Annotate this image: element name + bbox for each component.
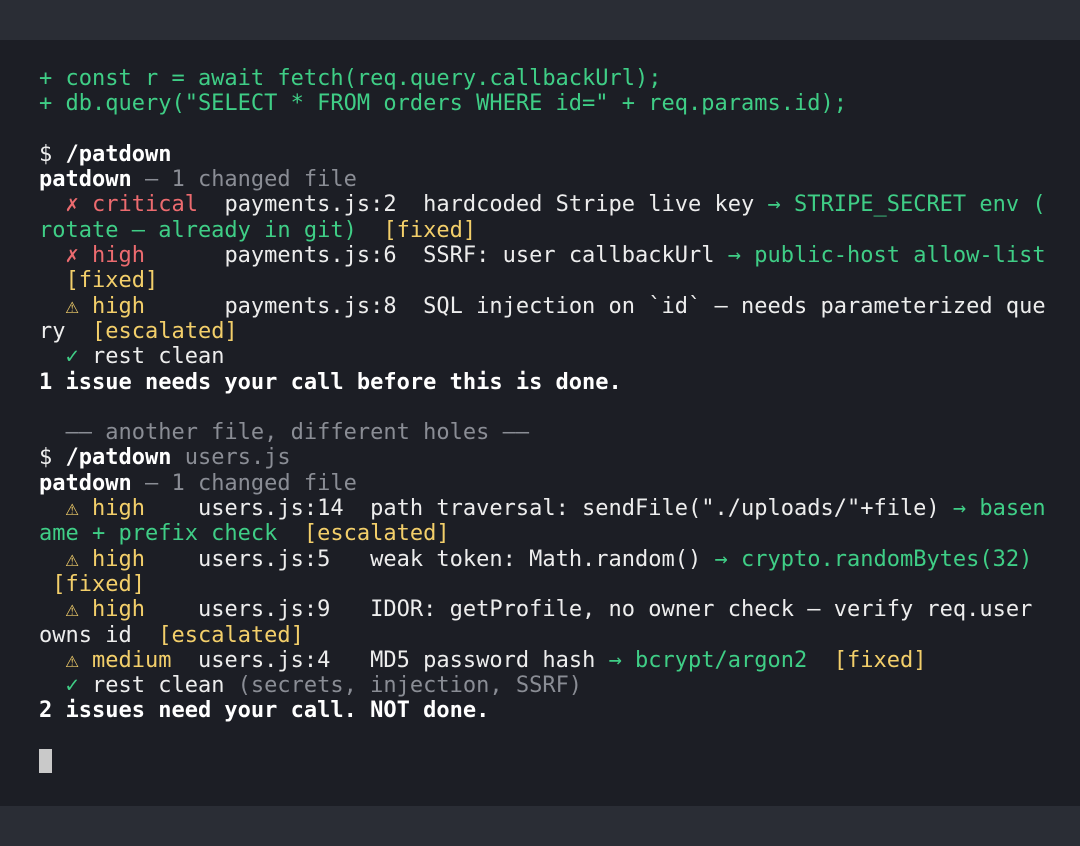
severity-label: high bbox=[91, 546, 145, 572]
fix-text: → bcrypt/argon2 bbox=[608, 647, 808, 673]
finding-continuation: ame + prefix check [escalated] bbox=[39, 521, 1042, 546]
separator-line: —— another file, different holes —— bbox=[39, 420, 530, 446]
fix-text: rotate — already in git) bbox=[39, 217, 357, 243]
severity-label: medium bbox=[91, 647, 172, 673]
status-tag: [fixed] bbox=[52, 571, 145, 597]
finding-line: ⚠ high payments.js:8 SQL injection on `i… bbox=[39, 293, 1045, 319]
finding-continuation: rotate — already in git) [fixed] bbox=[39, 218, 1042, 243]
status-tag: [fixed] bbox=[383, 217, 477, 243]
finding-line: ✗ high payments.js:6 SSRF: user callback… bbox=[39, 243, 1045, 269]
finding-continuation: owns id [escalated] bbox=[39, 623, 1042, 648]
finding-text: users.js:5 weak token: Math.random() bbox=[144, 546, 715, 572]
clean-line: ✓ rest clean bbox=[39, 344, 1042, 369]
check-icon: ✓ bbox=[39, 344, 92, 370]
diff-line: + const r = await fetch(req.query.callba… bbox=[39, 66, 662, 91]
finding-line: ⚠ high users.js:14 path traversal: sendF… bbox=[39, 496, 1045, 522]
clean-text: rest clean bbox=[91, 344, 225, 370]
fix-text: → STRIPE_SECRET env ( bbox=[767, 192, 1046, 218]
finding-text: owns id bbox=[39, 622, 159, 648]
command-arg: users.js bbox=[171, 445, 291, 471]
window-frame: + const r = await fetch(req.query.callba… bbox=[0, 0, 1080, 846]
status-tag: [escalated] bbox=[158, 622, 304, 648]
finding-continuation: [fixed] bbox=[39, 268, 1042, 293]
tool-header: patdown — 1 changed file bbox=[39, 167, 1042, 192]
fix-text: → basen bbox=[952, 496, 1046, 522]
severity-label: high bbox=[91, 293, 145, 319]
finding-text: users.js:14 path traversal: sendFile("./… bbox=[144, 496, 953, 522]
command-text: /patdown bbox=[65, 445, 172, 471]
severity-label: high bbox=[91, 496, 145, 522]
command-line: $ /patdown users.js bbox=[39, 445, 1042, 470]
prompt-symbol: $ bbox=[39, 141, 66, 167]
prompt-symbol: $ bbox=[39, 445, 66, 471]
finding-line: ⚠ high users.js:9 IDOR: getProfile, no o… bbox=[39, 597, 1042, 622]
fix-text: → crypto.randomBytes(32) bbox=[714, 546, 1033, 572]
clean-note: (secrets, injection, SSRF) bbox=[224, 673, 583, 699]
result-line: 1 issue needs your call before this is d… bbox=[39, 369, 622, 395]
finding-continuation: [fixed] bbox=[39, 572, 1042, 597]
severity-label: critical bbox=[91, 192, 198, 218]
tool-summary: — 1 changed file bbox=[131, 167, 357, 193]
finding-text: payments.js:8 SQL injection on `id` — ne… bbox=[144, 293, 1046, 319]
command-line: $ /patdown bbox=[39, 142, 1042, 167]
warning-icon: ⚠ bbox=[39, 597, 92, 623]
tool-header: patdown — 1 changed file bbox=[39, 471, 1042, 496]
tool-summary: — 1 changed file bbox=[131, 470, 357, 496]
tool-name: patdown bbox=[39, 167, 132, 193]
severity-label: high bbox=[91, 597, 145, 623]
finding-text: users.js:4 MD5 password hash bbox=[171, 647, 609, 673]
diff-line: + db.query("SELECT * FROM orders WHERE i… bbox=[39, 91, 847, 117]
clean-text: rest clean bbox=[91, 673, 225, 699]
status-tag: [escalated] bbox=[303, 521, 450, 547]
text-cursor[interactable] bbox=[39, 749, 52, 774]
warning-icon: ⚠ bbox=[39, 293, 92, 319]
status-tag: [escalated] bbox=[91, 318, 238, 344]
result-line: 2 issues need your call. NOT done. bbox=[39, 698, 490, 724]
status-tag: [fixed] bbox=[833, 647, 927, 673]
cross-icon: ✗ bbox=[39, 192, 92, 218]
clean-line: ✓ rest clean (secrets, injection, SSRF) bbox=[39, 673, 1042, 698]
finding-line: ✗ critical payments.js:2 hardcoded Strip… bbox=[39, 192, 1045, 218]
finding-text: ry bbox=[39, 318, 92, 344]
severity-label: high bbox=[91, 243, 145, 269]
command-text: /patdown bbox=[65, 141, 172, 167]
fix-text: ame + prefix check bbox=[39, 521, 278, 547]
finding-continuation: ry [escalated] bbox=[39, 319, 1042, 344]
tool-name: patdown bbox=[39, 470, 132, 496]
finding-line: ⚠ medium users.js:4 MD5 password hash → … bbox=[39, 648, 1042, 673]
input-line[interactable] bbox=[39, 749, 1042, 774]
warning-icon: ⚠ bbox=[39, 546, 92, 572]
terminal-output[interactable]: + const r = await fetch(req.query.callba… bbox=[0, 40, 1080, 806]
cross-icon: ✗ bbox=[39, 243, 92, 269]
check-icon: ✓ bbox=[39, 673, 92, 699]
warning-icon: ⚠ bbox=[39, 496, 92, 522]
finding-line: ⚠ high users.js:5 weak token: Math.rando… bbox=[39, 547, 1042, 572]
finding-text: payments.js:6 SSRF: user callbackUrl bbox=[144, 243, 728, 269]
finding-text: users.js:9 IDOR: getProfile, no owner ch… bbox=[144, 597, 1033, 623]
fix-text: → public-host allow-list bbox=[727, 243, 1046, 269]
finding-text: payments.js:2 hardcoded Stripe live key bbox=[197, 192, 768, 218]
status-tag: [fixed] bbox=[65, 268, 159, 294]
warning-icon: ⚠ bbox=[39, 647, 92, 673]
